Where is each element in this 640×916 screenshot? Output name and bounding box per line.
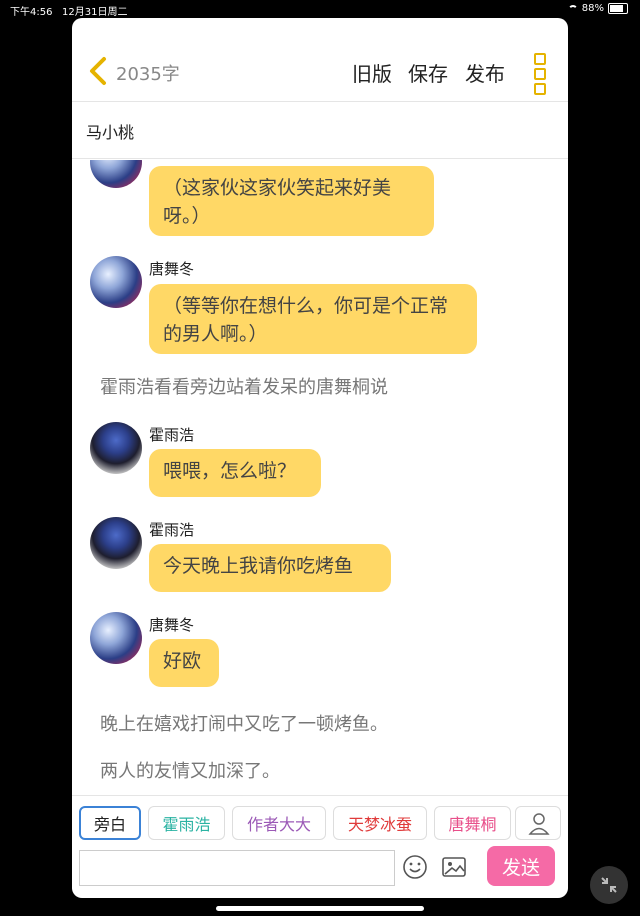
chat-bubble[interactable]: （等等你在想什么，你可是个正常的男人啊。） [149,284,477,354]
chevron-left-icon[interactable] [86,56,110,86]
chat-bubble[interactable]: （这家伙这家伙笑起来好美呀。） [149,166,434,236]
old-version-button[interactable]: 旧版 [352,58,392,87]
avatar[interactable] [90,422,142,474]
avatar[interactable] [90,256,142,308]
send-button[interactable]: 发送 [487,846,555,886]
avatar[interactable] [90,160,142,188]
status-time-text: 下午4:56 [10,7,53,18]
status-time: 下午4:56 12月31日周二 [10,3,127,18]
chat-bubble[interactable]: 好欧 [149,639,219,687]
smile-icon[interactable] [402,854,428,880]
speaker-chip-label: 作者大大 [246,815,311,834]
speaker-selector: 旁白 霍雨浩 作者大大 天梦冰蚕 唐舞桐 [72,804,568,844]
floating-minimize-button[interactable] [590,866,628,904]
status-bar: 下午4:56 12月31日周二 88% [0,0,640,18]
narration-text[interactable]: 两人的友情又加深了。 [100,757,280,783]
speaker-chip-narrator[interactable]: 旁白 [79,806,141,840]
speaker-chip-author[interactable]: 作者大大 [232,806,326,840]
speaker-name: 唐舞冬 [149,260,195,278]
message-input[interactable] [79,850,395,886]
speaker-chip-label: 霍雨浩 [162,815,211,834]
save-button[interactable]: 保存 [408,58,448,87]
publish-button[interactable]: 发布 [465,58,505,87]
chat-bubble[interactable]: 喂喂，怎么啦？ [149,449,321,497]
story-title[interactable]: 马小桃 [86,119,134,143]
user-icon [528,813,550,835]
wifi-icon [567,4,578,13]
chat-area[interactable]: （这家伙这家伙笑起来好美呀。） 唐舞冬 （等等你在想什么，你可是个正常的男人啊。… [72,160,568,790]
divider [72,158,568,159]
home-indicator[interactable] [216,906,424,911]
status-date-text: 12月31日周二 [62,7,128,18]
avatar[interactable] [90,517,142,569]
chat-bubble[interactable]: 今天晚上我请你吃烤鱼 [149,544,391,592]
speaker-chip-label: 天梦冰蚕 [347,815,412,834]
add-speaker-button[interactable] [515,806,561,840]
divider [72,795,568,796]
battery-percent: 88% [581,3,604,14]
speaker-name: 霍雨浩 [149,521,195,539]
image-icon[interactable] [441,854,467,880]
speaker-chip-label: 唐舞桐 [448,815,497,834]
top-bar: 2035字 旧版 保存 发布 [72,18,568,101]
more-vertical-icon[interactable] [534,53,548,95]
word-count: 2035字 [116,64,180,85]
composer: 发送 [72,844,568,898]
battery-icon [608,3,628,14]
speaker-chip-huo-yuhao[interactable]: 霍雨浩 [148,806,225,840]
status-right: 88% [567,3,628,14]
speaker-chip-label: 旁白 [93,815,126,834]
speaker-name: 霍雨浩 [149,426,195,444]
editor-card: 2035字 旧版 保存 发布 马小桃 （这家伙这家伙笑起来好美呀。） 唐舞冬 （… [72,18,568,898]
divider [72,101,568,102]
narration-text[interactable]: 霍雨浩看看旁边站着发呆的唐舞桐说 [100,373,388,399]
speaker-chip-tang-wutong[interactable]: 唐舞桐 [434,806,511,840]
avatar[interactable] [90,612,142,664]
minimize-icon [601,877,617,893]
narration-text[interactable]: 晚上在嬉戏打闹中又吃了一顿烤鱼。 [100,710,388,736]
speaker-chip-tianmeng[interactable]: 天梦冰蚕 [333,806,427,840]
speaker-name: 唐舞冬 [149,616,195,634]
